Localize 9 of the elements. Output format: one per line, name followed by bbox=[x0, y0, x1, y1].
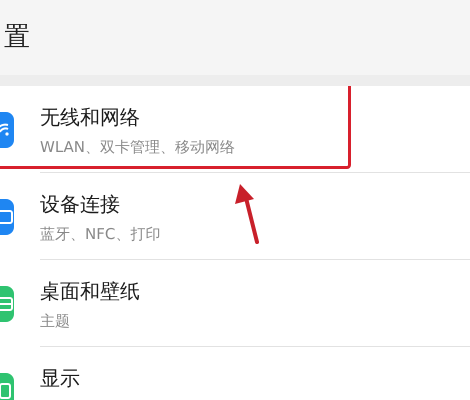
setting-title[interactable]: 设备连接 bbox=[40, 191, 120, 217]
setting-subtitle: 蓝牙、NFC、打印 bbox=[40, 224, 160, 245]
setting-title[interactable]: 显示 bbox=[40, 365, 80, 391]
setting-subtitle: WLAN、双卡管理、移动网络 bbox=[40, 137, 236, 158]
setting-title[interactable]: 桌面和壁纸 bbox=[40, 278, 140, 304]
setting-title[interactable]: 无线和网络 bbox=[40, 104, 140, 130]
pointer-arrow bbox=[235, 184, 259, 244]
page-title: 置 bbox=[4, 21, 30, 54]
setting-subtitle: 主题 bbox=[40, 311, 70, 332]
